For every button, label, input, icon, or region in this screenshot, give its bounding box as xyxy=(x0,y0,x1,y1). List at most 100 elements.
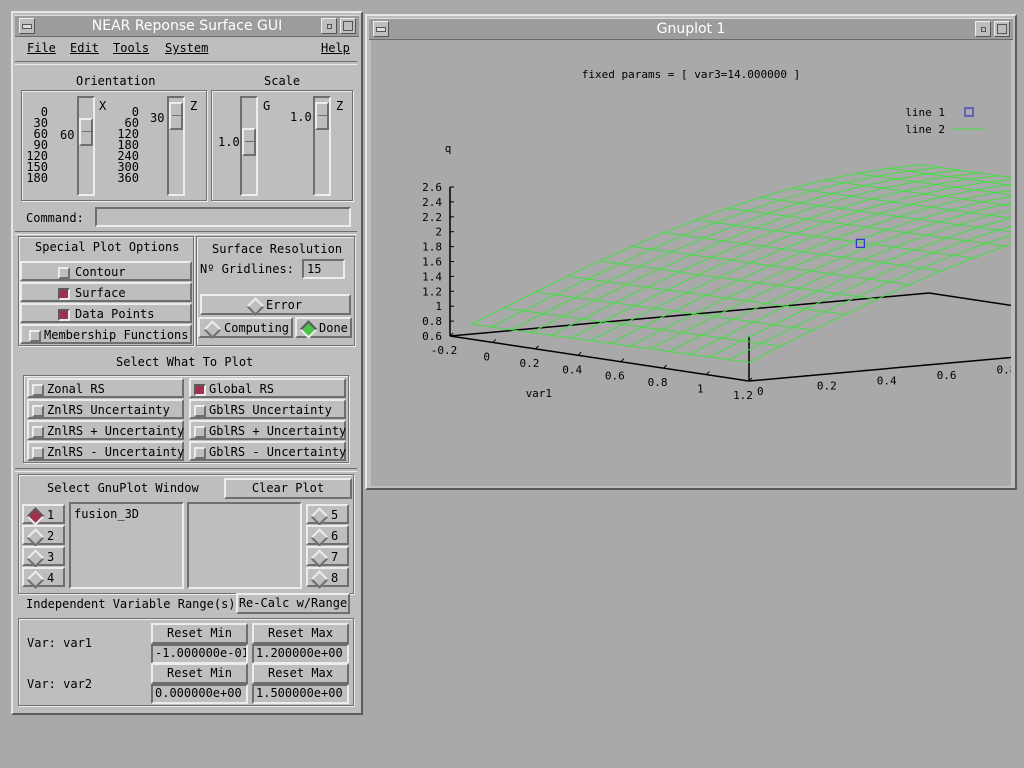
command-input[interactable] xyxy=(95,207,351,227)
window-7-label: 7 xyxy=(331,550,339,564)
var1-min-field[interactable]: -1.000000e-01 xyxy=(151,644,248,664)
plot-option-zonal-rs[interactable]: Zonal RS xyxy=(27,378,184,398)
plot-option-znlrs-uncertainty[interactable]: ZnlRS Uncertainty xyxy=(27,399,184,419)
window-3-radio[interactable] xyxy=(26,549,45,568)
var2-min-field[interactable]: 0.000000e+00 xyxy=(151,684,248,704)
gnuplot-minimize-button[interactable] xyxy=(975,21,991,37)
menu-tools[interactable]: Tools xyxy=(113,41,149,55)
done-indicator[interactable]: Done xyxy=(295,317,352,339)
z-tick-label: 0.8 xyxy=(422,315,442,328)
error-indicator[interactable]: Error xyxy=(200,294,351,316)
surface-toggle[interactable]: Surface xyxy=(20,282,192,302)
plot-header: fixed params = [ var3=14.000000 ] xyxy=(582,68,801,81)
window-2-radio[interactable] xyxy=(26,528,45,547)
gblrs-plus-uncertainty-checkbox[interactable] xyxy=(194,426,206,438)
var2-reset-min-button[interactable]: Reset Min xyxy=(151,663,248,684)
recalc-range-button[interactable]: Re-Calc w/Range xyxy=(236,593,350,614)
znlrs-uncertainty-checkbox[interactable] xyxy=(32,405,44,417)
data-points-toggle[interactable]: Data Points xyxy=(20,303,192,323)
orientation-x-slider-thumb[interactable] xyxy=(79,118,93,146)
window-5-button[interactable]: 5 xyxy=(306,504,349,526)
contour-toggle[interactable]: Contour xyxy=(20,261,192,281)
window-5-radio[interactable] xyxy=(310,507,329,526)
done-radio[interactable] xyxy=(299,320,318,339)
var2-min-value: 0.000000e+00 xyxy=(155,686,242,700)
error-radio[interactable] xyxy=(246,297,265,316)
clear-plot-button[interactable]: Clear Plot xyxy=(224,478,352,499)
window-8-radio[interactable] xyxy=(310,570,329,589)
surface-grid-line xyxy=(590,183,1011,342)
z-tick-label: 0.6 xyxy=(422,330,442,343)
computing-radio[interactable] xyxy=(203,320,222,339)
scale-title: Scale xyxy=(264,74,301,88)
contour-checkbox[interactable] xyxy=(58,267,70,279)
plot-option-global-rs[interactable]: Global RS xyxy=(189,378,346,398)
surface-checkbox[interactable] xyxy=(58,288,70,300)
window-4-radio[interactable] xyxy=(26,570,45,589)
x-tick-label: 0.6 xyxy=(605,370,625,383)
window-7-radio[interactable] xyxy=(310,549,329,568)
plot-option-znlrs-minus-uncertainty[interactable]: ZnlRS - Uncertainty xyxy=(27,441,184,461)
var1-max-field[interactable]: 1.200000e+00 xyxy=(252,644,349,664)
var1-reset-max-button[interactable]: Reset Max xyxy=(252,623,349,644)
scale-g-slider-thumb[interactable] xyxy=(242,128,256,156)
x-axis-label: var1 xyxy=(526,387,553,400)
znlrs-plus-uncertainty-checkbox[interactable] xyxy=(32,426,44,438)
scale-g-slider[interactable] xyxy=(240,96,258,196)
var2-max-field[interactable]: 1.500000e+00 xyxy=(252,684,349,704)
var2-max-value: 1.500000e+00 xyxy=(256,686,343,700)
maximize-button[interactable] xyxy=(340,18,356,34)
var2-reset-max-button[interactable]: Reset Max xyxy=(252,663,349,684)
orientation-z-slider-thumb[interactable] xyxy=(169,102,183,130)
window-6-button[interactable]: 6 xyxy=(306,525,349,547)
surface-grid-line xyxy=(695,219,974,259)
gblrs-minus-uncertainty-checkbox[interactable] xyxy=(194,447,206,459)
znlrs-minus-uncertainty-checkbox[interactable] xyxy=(32,447,44,459)
minimize-button[interactable] xyxy=(321,18,337,34)
menu-help[interactable]: Help xyxy=(321,41,350,55)
plot-option-gblrs-minus-uncertainty[interactable]: GblRS - Uncertainty xyxy=(189,441,346,461)
scale-z-slider[interactable] xyxy=(313,96,331,196)
gblrs-uncertainty-checkbox[interactable] xyxy=(194,405,206,417)
gnuplot-maximize-button[interactable] xyxy=(994,21,1010,37)
surface-grid-line xyxy=(689,217,1011,355)
plot-option-gblrs-uncertainty[interactable]: GblRS Uncertainty xyxy=(189,399,346,419)
gnuplot-window-list-right[interactable] xyxy=(187,502,302,589)
membership-functions-toggle[interactable]: Membership Functions xyxy=(20,324,192,344)
menu-system[interactable]: System xyxy=(165,41,208,55)
list-item-fusion-3d[interactable]: fusion_3D xyxy=(74,507,139,521)
zonal-rs-label: Zonal RS xyxy=(47,382,105,396)
window-4-button[interactable]: 4 xyxy=(22,567,65,589)
zonal-rs-checkbox[interactable] xyxy=(32,384,44,396)
surface-grid-line xyxy=(599,260,878,300)
window-2-button[interactable]: 2 xyxy=(22,525,65,547)
window-6-radio[interactable] xyxy=(310,528,329,547)
gui-title-bar[interactable]: NEAR Reponse Surface GUI xyxy=(15,15,359,37)
window-5-label: 5 xyxy=(331,508,339,522)
orientation-z-slider[interactable] xyxy=(167,96,185,196)
computing-indicator[interactable]: Computing xyxy=(198,317,293,339)
membership-functions-checkbox[interactable] xyxy=(29,330,41,342)
window-1-radio[interactable] xyxy=(26,507,45,526)
scale-z-slider-thumb[interactable] xyxy=(315,102,329,130)
surface-label: Surface xyxy=(75,286,126,300)
window-1-button[interactable]: 1 xyxy=(22,504,65,526)
orientation-x-slider[interactable] xyxy=(77,96,95,196)
window-8-button[interactable]: 8 xyxy=(306,567,349,589)
x-tick-label: 0.8 xyxy=(648,376,668,389)
gnuplot-title-bar[interactable]: Gnuplot 1 xyxy=(369,18,1013,40)
window-3-button[interactable]: 3 xyxy=(22,546,65,568)
plot-option-znlrs-plus-uncertainty[interactable]: ZnlRS + Uncertainty xyxy=(27,420,184,440)
gnuplot-window-list-left[interactable]: fusion_3D xyxy=(69,502,184,589)
gridlines-input[interactable]: 15 xyxy=(302,259,345,279)
menu-file[interactable]: File xyxy=(27,41,56,55)
gnuplot-canvas[interactable]: fixed params = [ var3=14.000000 ] -0.2 0 0.… xyxy=(371,40,1011,486)
data-points-checkbox[interactable] xyxy=(58,309,70,321)
plot-option-gblrs-plus-uncertainty[interactable]: GblRS + Uncertainty xyxy=(189,420,346,440)
x-tick-label: 1.2 xyxy=(733,389,753,402)
global-rs-checkbox[interactable] xyxy=(194,384,206,396)
error-label: Error xyxy=(266,298,303,312)
window-7-button[interactable]: 7 xyxy=(306,546,349,568)
menu-edit[interactable]: Edit xyxy=(70,41,99,55)
var1-reset-min-button[interactable]: Reset Min xyxy=(151,623,248,644)
